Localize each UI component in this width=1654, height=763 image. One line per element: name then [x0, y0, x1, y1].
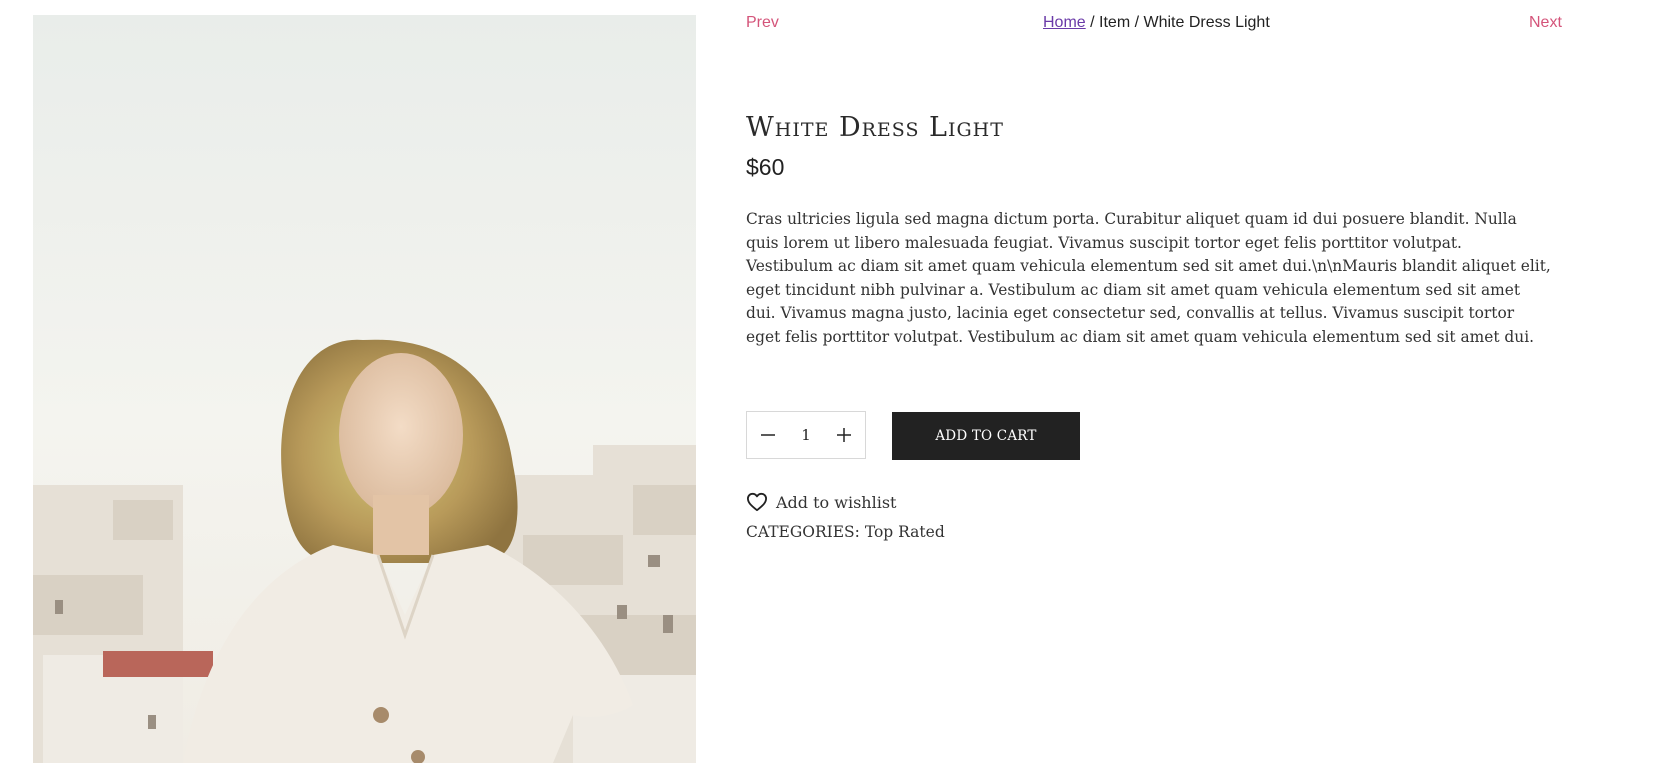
product-title: White Dress Light [746, 112, 1004, 143]
categories-label: CATEGORIES: [746, 523, 860, 541]
heart-icon [747, 492, 767, 512]
breadcrumb-separator: / [1085, 14, 1100, 31]
quantity-value[interactable]: 1 [801, 426, 811, 444]
minus-icon [761, 434, 775, 436]
plus-icon [836, 428, 851, 442]
product-image [33, 15, 696, 763]
quantity-stepper: 1 [746, 411, 866, 459]
next-link[interactable]: Next [1529, 14, 1562, 32]
wishlist-label: Add to wishlist [776, 492, 897, 512]
add-to-wishlist-link[interactable]: Add to wishlist [746, 492, 896, 512]
prev-link[interactable]: Prev [746, 14, 779, 32]
breadcrumb-separator: / [1130, 14, 1144, 31]
product-categories: CATEGORIES: Top Rated [746, 523, 945, 541]
add-to-cart-button[interactable]: ADD TO CART [892, 412, 1080, 460]
breadcrumb-home-link[interactable]: Home [1043, 14, 1086, 31]
category-link-top-rated[interactable]: Top Rated [865, 523, 945, 541]
decrease-quantity-button[interactable] [757, 424, 779, 446]
product-description: Cras ultricies ligula sed magna dictum p… [746, 210, 1551, 346]
increase-quantity-button[interactable] [833, 424, 855, 446]
breadcrumb-item: Item [1099, 14, 1131, 31]
breadcrumb-current: White Dress Light [1143, 14, 1270, 31]
product-price: $60 [746, 154, 785, 180]
breadcrumb: Home / Item / White Dress Light [1043, 14, 1270, 32]
